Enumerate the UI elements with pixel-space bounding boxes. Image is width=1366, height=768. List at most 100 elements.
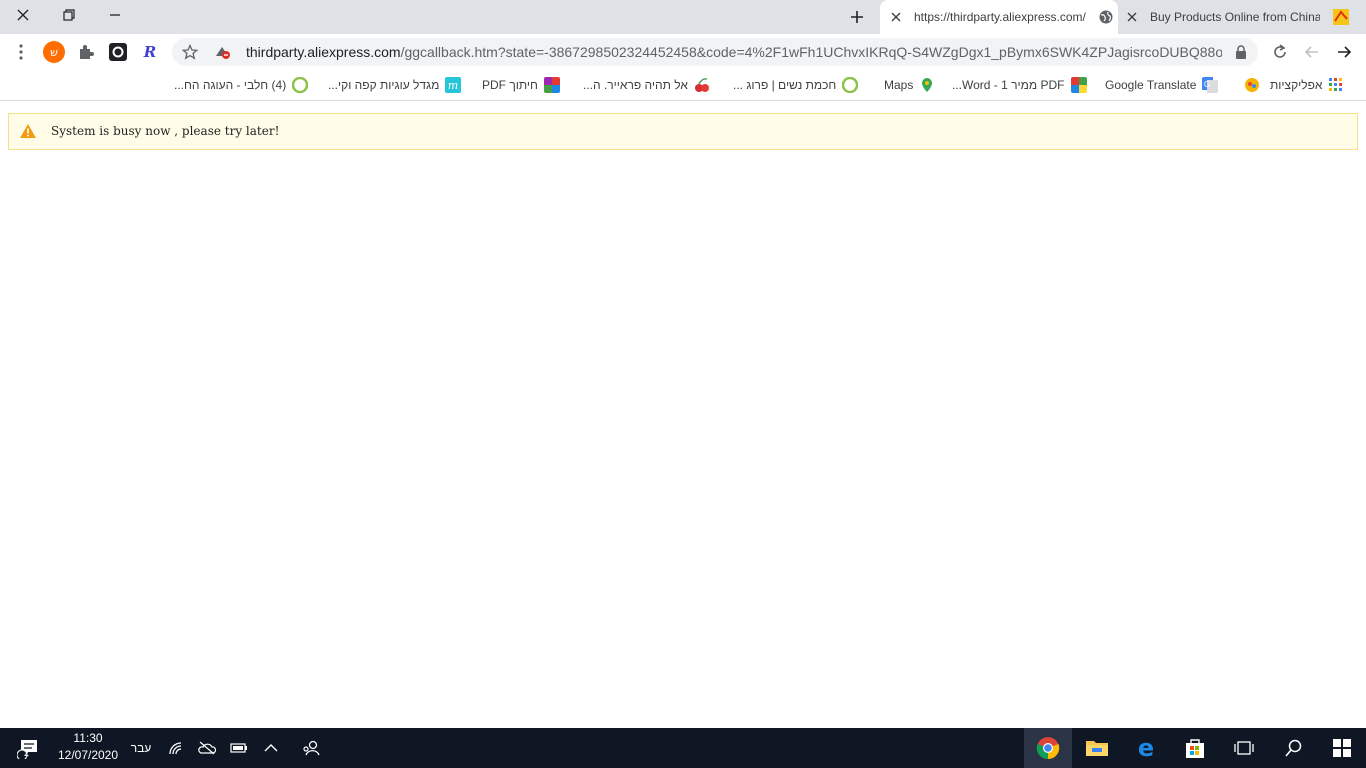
people-button[interactable] bbox=[296, 728, 326, 768]
store-bag-icon bbox=[1186, 739, 1204, 758]
google-translate-icon: G bbox=[1202, 77, 1219, 93]
bookmark-label: מגדל עוגיות קפה וקי... bbox=[328, 78, 440, 92]
battery-button[interactable] bbox=[225, 728, 253, 768]
network-button[interactable] bbox=[162, 728, 190, 768]
reload-button[interactable] bbox=[1265, 37, 1295, 67]
plus-icon bbox=[851, 11, 863, 23]
star-icon bbox=[182, 44, 198, 60]
close-icon bbox=[891, 12, 901, 22]
onedrive-button[interactable] bbox=[193, 728, 221, 768]
bookmark-unnamed[interactable] bbox=[1238, 70, 1260, 100]
forward-button[interactable] bbox=[1297, 37, 1327, 67]
extension-shopping-button[interactable]: ש bbox=[39, 37, 69, 67]
close-icon bbox=[17, 9, 29, 21]
green-circle-icon bbox=[292, 77, 309, 93]
start-button[interactable] bbox=[1318, 728, 1366, 768]
svg-text:e: e bbox=[1138, 736, 1154, 760]
bookmark-pdf-to-word[interactable]: PDF ממיר Word - 1... bbox=[952, 70, 1087, 100]
r-extension-icon: R bbox=[143, 43, 156, 61]
apps-grid-icon bbox=[1329, 78, 1343, 91]
search-icon bbox=[1285, 739, 1302, 757]
orange-extension-icon: ש bbox=[43, 41, 65, 63]
bookmark-label: אל תהיה פראייר. ה... bbox=[583, 78, 688, 92]
colorful-logo-icon bbox=[1245, 78, 1259, 92]
tab-aliexpress-thirdparty[interactable]: https://thirdparty.aliexpress.com/ bbox=[880, 0, 1118, 34]
taskbar-file-explorer[interactable] bbox=[1073, 728, 1121, 768]
taskbar-store[interactable] bbox=[1171, 728, 1219, 768]
lock-icon[interactable] bbox=[1226, 37, 1256, 67]
bookmark-dont-be-sucker[interactable]: אל תהיה פראייר. ה... bbox=[583, 70, 710, 100]
bookmark-label: חכמת נשים | פרוג ... bbox=[733, 78, 837, 92]
search-button[interactable] bbox=[1270, 728, 1318, 768]
bookmark-dairy-cake[interactable]: (4) חלבי - העוגה הח... bbox=[174, 70, 309, 100]
back-button[interactable] bbox=[1329, 37, 1359, 67]
blocked-popup-icon bbox=[216, 47, 230, 59]
bookmark-star-button[interactable] bbox=[175, 37, 205, 67]
aliexpress-favicon-icon bbox=[1333, 9, 1349, 25]
notification-count: 2 bbox=[24, 748, 30, 758]
windows-taskbar: 2 11:30 12/07/2020 עבר e bbox=[0, 728, 1366, 768]
menu-button[interactable] bbox=[6, 37, 36, 67]
m-logo-icon: m bbox=[445, 77, 462, 93]
new-tab-button[interactable] bbox=[843, 4, 871, 30]
cherry-icon bbox=[694, 78, 709, 92]
restore-window-button[interactable] bbox=[46, 0, 92, 30]
bookmark-cookies-tower[interactable]: m מגדל עוגיות קפה וקי... bbox=[328, 70, 462, 100]
system-busy-alert: System is busy now , please try later! bbox=[8, 113, 1358, 150]
task-view-button[interactable] bbox=[1220, 728, 1268, 768]
maps-pin-icon bbox=[922, 78, 933, 92]
green-circle-icon bbox=[842, 77, 859, 93]
bookmark-apps[interactable]: אפליקציות bbox=[1270, 70, 1344, 100]
chrome-icon bbox=[1036, 737, 1060, 760]
clock-time: 11:30 bbox=[73, 731, 103, 745]
pdf-converter-icon bbox=[1070, 77, 1087, 93]
alert-message: System is busy now , please try later! bbox=[51, 124, 280, 138]
taskbar-chrome[interactable] bbox=[1024, 728, 1072, 768]
extension-camera-button[interactable] bbox=[103, 37, 133, 67]
people-icon bbox=[303, 740, 320, 756]
action-center-button[interactable]: 2 bbox=[8, 728, 48, 768]
edge-icon: e bbox=[1138, 736, 1154, 760]
bookmark-label: PDF ממיר Word - 1... bbox=[952, 78, 1065, 92]
tab-close-button[interactable] bbox=[1124, 9, 1140, 25]
bookmark-pdf-split[interactable]: חיתוך PDF bbox=[482, 70, 560, 100]
bookmark-label: (4) חלבי - העוגה הח... bbox=[174, 78, 287, 92]
bookmark-label: Maps bbox=[884, 78, 914, 92]
tab-strip: https://thirdparty.aliexpress.com/ Buy P… bbox=[0, 0, 1366, 34]
svg-text:ש: ש bbox=[50, 46, 58, 59]
tab-close-button[interactable] bbox=[888, 9, 904, 25]
bookmarks-bar: אפליקציות G Google Translate PDF ממיר Wo… bbox=[0, 70, 1366, 101]
minimize-window-button[interactable] bbox=[92, 0, 138, 30]
url-host: thirdparty.aliexpress.com bbox=[246, 44, 401, 60]
more-vert-icon bbox=[19, 44, 23, 60]
windows-logo-icon bbox=[1333, 739, 1351, 757]
reload-icon bbox=[1274, 44, 1286, 58]
address-bar[interactable]: thirdparty.aliexpress.com/ggcallback.htm… bbox=[172, 38, 1258, 66]
chevron-up-icon bbox=[264, 744, 278, 752]
camera-extension-icon bbox=[109, 43, 127, 61]
site-action-button[interactable] bbox=[207, 37, 237, 67]
input-language-button[interactable]: עבר bbox=[126, 728, 156, 768]
task-view-icon bbox=[1234, 741, 1254, 755]
tab-title: https://thirdparty.aliexpress.com/ bbox=[914, 10, 1086, 24]
svg-text:R: R bbox=[143, 43, 156, 61]
bookmark-women-wisdom[interactable]: חכמת נשים | פרוג ... bbox=[733, 70, 859, 100]
close-window-button[interactable] bbox=[0, 0, 46, 30]
bookmark-google-translate[interactable]: G Google Translate bbox=[1105, 70, 1219, 100]
taskbar-edge[interactable]: e bbox=[1122, 728, 1170, 768]
extensions-button[interactable] bbox=[71, 37, 101, 67]
system-clock[interactable]: 11:30 12/07/2020 bbox=[52, 730, 124, 764]
tab-aliexpress-home[interactable]: Buy Products Online from China W bbox=[1122, 0, 1356, 34]
show-hidden-icons-button[interactable] bbox=[257, 728, 285, 768]
url-text[interactable]: thirdparty.aliexpress.com/ggcallback.htm… bbox=[246, 38, 1222, 66]
bookmark-maps[interactable]: Maps bbox=[884, 70, 935, 100]
bookmark-label: Google Translate bbox=[1105, 78, 1197, 92]
cloud-off-icon bbox=[198, 741, 216, 755]
minimize-icon bbox=[110, 14, 120, 16]
close-icon bbox=[1127, 12, 1137, 22]
tab-title: Buy Products Online from China W bbox=[1150, 10, 1320, 24]
puzzle-icon bbox=[80, 45, 94, 59]
battery-icon bbox=[230, 743, 247, 753]
extension-r-button[interactable]: R bbox=[135, 37, 165, 67]
arrow-left-icon bbox=[1304, 46, 1318, 58]
